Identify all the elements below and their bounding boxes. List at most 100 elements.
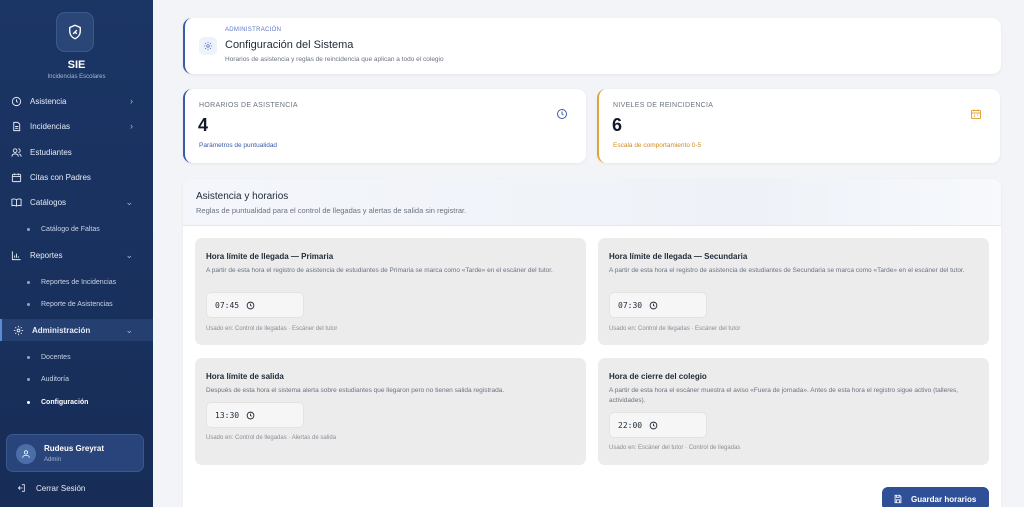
sidebar-item-label: Incidencias bbox=[30, 121, 71, 131]
setting-llegada-secundaria: Hora límite de llegada — Secundaria A pa… bbox=[598, 238, 989, 345]
book-icon bbox=[11, 198, 22, 207]
settings-badge bbox=[199, 37, 217, 55]
setting-cierre-colegio: Hora de cierre del colegio A partir de e… bbox=[598, 358, 989, 465]
setting-description: Después de esta hora el sistema alerta s… bbox=[206, 387, 505, 394]
sidebar: SIE Incidencias Escolares Asistencia › I… bbox=[0, 0, 153, 507]
sidebar-subitem-docentes[interactable]: Docentes bbox=[0, 348, 153, 366]
stat-value: 6 bbox=[612, 115, 623, 135]
clock-icon bbox=[557, 109, 567, 119]
bullet-icon bbox=[27, 355, 30, 359]
sidebar-subitem-label: Docentes bbox=[41, 353, 71, 361]
user-role: Admin bbox=[44, 457, 62, 463]
setting-limite-salida: Hora límite de salida Después de esta ho… bbox=[195, 358, 586, 465]
time-value: 22:00 bbox=[618, 420, 643, 430]
section-title: Asistencia y horarios bbox=[196, 191, 289, 202]
sidebar-item-citas[interactable]: Citas con Padres bbox=[0, 166, 153, 188]
stat-label: NIVELES DE REINCIDENCIA bbox=[613, 102, 714, 109]
save-button-label: Guardar horarios bbox=[911, 494, 977, 504]
avatar bbox=[16, 444, 36, 464]
time-input-cierre-colegio[interactable]: 22:00 bbox=[609, 412, 707, 438]
sidebar-subitem-label: Reporte de Asistencias bbox=[41, 300, 113, 308]
page-header: ADMINISTRACIÓN Configuración del Sistema… bbox=[183, 18, 1001, 74]
logout-icon bbox=[17, 484, 25, 492]
sidebar-subitem-configuracion[interactable]: Configuración bbox=[0, 393, 153, 411]
sidebar-item-estudiantes[interactable]: Estudiantes bbox=[0, 141, 153, 163]
user-icon bbox=[22, 450, 30, 458]
clock-icon[interactable] bbox=[649, 301, 658, 310]
setting-title: Hora de cierre del colegio bbox=[609, 372, 707, 381]
setting-usage: Usado en: Control de llegadas · Alertas … bbox=[206, 435, 337, 441]
logout-label: Cerrar Sesión bbox=[36, 483, 86, 493]
users-icon bbox=[11, 147, 22, 157]
sidebar-item-label: Estudiantes bbox=[30, 147, 72, 157]
clock-icon[interactable] bbox=[246, 411, 255, 420]
brand-name: SIE bbox=[67, 59, 86, 71]
sidebar-item-label: Reportes bbox=[30, 250, 63, 260]
time-value: 07:45 bbox=[215, 300, 240, 310]
user-card[interactable]: Rudeus Greyrat Admin bbox=[6, 434, 144, 472]
setting-llegada-primaria: Hora límite de llegada — Primaria A part… bbox=[195, 238, 586, 345]
clock-icon bbox=[11, 96, 22, 106]
stat-caption: Parámetros de puntualidad bbox=[199, 142, 278, 149]
sidebar-subitem-catalogo-faltas[interactable]: Catálogo de Faltas bbox=[0, 220, 153, 238]
bullet-icon bbox=[27, 302, 30, 306]
section-header: Asistencia y horarios Reglas de puntuali… bbox=[183, 179, 1001, 226]
sidebar-subitem-reporte-asistencias[interactable]: Reporte de Asistencias bbox=[0, 295, 153, 313]
file-icon bbox=[13, 121, 21, 131]
setting-usage: Usado en: Control de llegadas · Escáner … bbox=[609, 326, 741, 332]
bar-chart-icon bbox=[11, 250, 21, 260]
chevron-down-icon: ⌄ bbox=[125, 249, 133, 260]
calendar-icon bbox=[11, 172, 22, 182]
sidebar-item-reportes[interactable]: Reportes ⌄ bbox=[0, 244, 153, 266]
setting-usage: Usado en: Control de llegadas · Escáner … bbox=[206, 326, 338, 332]
chevron-down-icon: ⌄ bbox=[125, 196, 133, 207]
bullet-icon bbox=[27, 400, 30, 404]
clock-icon[interactable] bbox=[246, 301, 255, 310]
setting-description: A partir de esta hora el registro de asi… bbox=[609, 267, 965, 274]
sidebar-subitem-auditoria[interactable]: Auditoría bbox=[0, 370, 153, 388]
sidebar-item-asistencia[interactable]: Asistencia › bbox=[0, 90, 153, 112]
breadcrumb: ADMINISTRACIÓN bbox=[225, 27, 282, 33]
time-value: 13:30 bbox=[215, 410, 240, 420]
calendar-icon bbox=[971, 109, 981, 119]
page-title: Configuración del Sistema bbox=[225, 39, 354, 51]
sidebar-item-label: Asistencia bbox=[30, 96, 67, 106]
sidebar-item-label: Catálogos bbox=[30, 197, 67, 207]
stat-caption: Escala de comportamiento 0-5 bbox=[613, 142, 702, 149]
sidebar-item-label: Administración bbox=[32, 325, 91, 335]
sidebar-item-administracion[interactable]: Administración ⌄ bbox=[0, 319, 153, 341]
gear-icon bbox=[13, 325, 24, 335]
bullet-icon bbox=[27, 280, 30, 284]
setting-title: Hora límite de llegada — Primaria bbox=[206, 252, 334, 261]
page-subtitle: Horarios de asistencia y reglas de reinc… bbox=[225, 56, 444, 63]
time-value: 07:30 bbox=[618, 300, 643, 310]
user-name: Rudeus Greyrat bbox=[44, 444, 105, 453]
chevron-right-icon: › bbox=[130, 121, 133, 131]
gear-icon bbox=[203, 41, 213, 51]
save-horarios-button[interactable]: Guardar horarios bbox=[882, 487, 989, 507]
setting-title: Hora límite de llegada — Secundaria bbox=[609, 252, 748, 261]
sidebar-subitem-label: Catálogo de Faltas bbox=[41, 225, 100, 233]
sidebar-subitem-label: Reportes de Incidencias bbox=[41, 278, 117, 286]
time-input-limite-salida[interactable]: 13:30 bbox=[206, 402, 304, 428]
time-input-llegada-secundaria[interactable]: 07:30 bbox=[609, 292, 707, 318]
setting-description: A partir de esta hora el escáner muestra… bbox=[609, 387, 959, 404]
clock-icon[interactable] bbox=[649, 421, 658, 430]
setting-title: Hora límite de salida bbox=[206, 372, 284, 381]
sidebar-subitem-label: Auditoría bbox=[41, 375, 70, 383]
stat-label: HORARIOS DE ASISTENCIA bbox=[199, 102, 298, 109]
sidebar-item-label: Citas con Padres bbox=[30, 172, 91, 182]
save-icon bbox=[894, 494, 902, 504]
brand-subtitle: Incidencias Escolares bbox=[47, 74, 106, 80]
time-input-llegada-primaria[interactable]: 07:45 bbox=[206, 292, 304, 318]
chevron-down-icon: ⌄ bbox=[125, 324, 133, 335]
sidebar-item-catalogos[interactable]: Catálogos ⌄ bbox=[0, 191, 153, 213]
chevron-right-icon: › bbox=[130, 96, 133, 106]
shield-icon bbox=[69, 24, 81, 40]
section-subtitle: Reglas de puntualidad para el control de… bbox=[196, 206, 467, 215]
sidebar-item-incidencias[interactable]: Incidencias › bbox=[0, 115, 153, 137]
logo bbox=[56, 12, 94, 52]
sidebar-subitem-reportes-incidencias[interactable]: Reportes de Incidencias bbox=[0, 273, 153, 291]
setting-description: A partir de esta hora el registro de asi… bbox=[206, 267, 553, 274]
logout-button[interactable]: Cerrar Sesión bbox=[0, 478, 153, 498]
